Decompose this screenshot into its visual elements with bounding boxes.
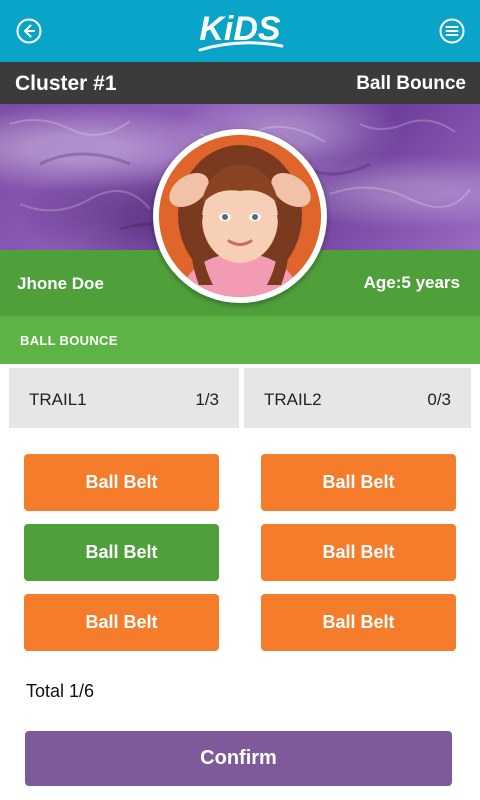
trail-count: 1/3 <box>195 390 219 409</box>
back-arrow-icon[interactable] <box>16 18 42 44</box>
trail-label: TRAIL2 <box>264 390 322 409</box>
child-age: Age:5 years <box>363 273 460 292</box>
cluster-bar: Cluster #1 Ball Bounce <box>0 62 480 104</box>
avatar-photo <box>159 135 321 297</box>
ball-belt-button[interactable]: Ball Belt <box>261 524 456 581</box>
activity-title: Ball Bounce <box>356 73 466 94</box>
cluster-title: Cluster #1 <box>15 72 117 95</box>
kids-logo: KiDS <box>190 6 290 58</box>
ball-belt-button[interactable]: Ball Belt <box>24 594 219 651</box>
child-name: Jhone Doe <box>17 274 104 293</box>
avatar <box>153 129 327 303</box>
trail-card-2[interactable]: TRAIL2 0/3 <box>244 368 471 428</box>
app-header: KiDS <box>0 0 480 62</box>
section-title-bar: BALL BOUNCE <box>0 316 480 364</box>
trail-card-1[interactable]: TRAIL1 1/3 <box>9 368 239 428</box>
total-score: Total 1/6 <box>26 681 95 701</box>
ball-belt-button[interactable]: Ball Belt <box>24 524 219 581</box>
trail-count: 0/3 <box>427 390 451 409</box>
section-title: BALL BOUNCE <box>20 333 118 348</box>
ball-belt-button[interactable]: Ball Belt <box>261 594 456 651</box>
trail-label: TRAIL1 <box>29 390 87 409</box>
ball-belt-button[interactable]: Ball Belt <box>24 454 219 511</box>
menu-icon[interactable] <box>439 18 465 44</box>
confirm-button[interactable]: Confirm <box>25 731 452 786</box>
ball-belt-button[interactable]: Ball Belt <box>261 454 456 511</box>
